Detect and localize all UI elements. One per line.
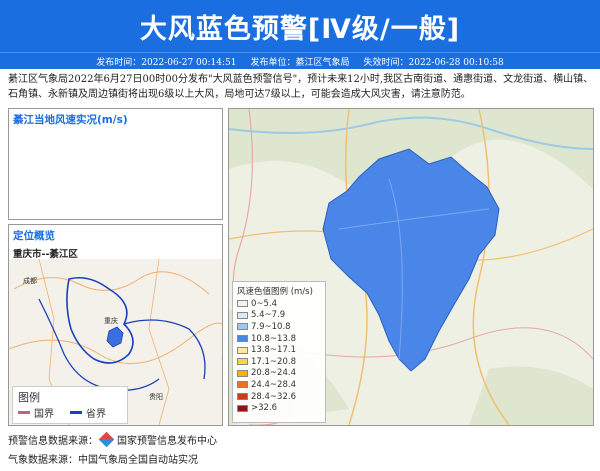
footer-source2: 气象数据来源：中国气象局全国自动站实况 <box>8 451 198 466</box>
wind-legend-swatch <box>237 393 248 401</box>
wind-legend-title: 风速色值图例 (m/s) <box>237 287 313 297</box>
expire-time: 失效时间：2022-06-28 00:10:58 <box>363 57 504 68</box>
overview-legend-title: 图例 <box>18 391 40 404</box>
wind-legend-row: 20.8~24.4 <box>237 368 321 380</box>
wind-legend-label: >32.6 <box>251 403 278 414</box>
wind-legend-label: 5.4~7.9 <box>251 310 286 321</box>
warning-description: 綦江区气象局2022年6月27日00时00分发布"大风蓝色预警信号"，预计未来1… <box>8 74 594 100</box>
location-subtitle: 重庆市--綦江区 <box>13 249 78 260</box>
map-label-chongqing: 重庆 <box>104 316 118 325</box>
issuer: 发布单位：綦江区气象局 <box>250 57 350 68</box>
wind-legend-swatch <box>237 311 248 319</box>
wind-legend-row: 0~5.4 <box>237 298 321 310</box>
wind-legend-row: >32.6 <box>237 402 321 414</box>
source2-text: 气象数据来源：中国气象局全国自动站实况 <box>8 455 198 466</box>
wind-legend-label: 24.4~28.4 <box>251 379 296 390</box>
wind-legend-swatch <box>237 335 248 343</box>
info-bar: 发布时间：2022-06-27 00:14:51 发布单位：綦江区气象局 失效时… <box>0 52 600 69</box>
wind-panel: 綦江当地风速实况(m/s) <box>8 108 223 220</box>
warning-center-logo-icon <box>98 431 115 448</box>
header-bar: 大风蓝色预警[Ⅳ级/一般] <box>0 0 600 52</box>
wind-legend-label: 10.8~13.8 <box>251 333 296 344</box>
map-label-chengdu: 成都 <box>23 276 37 285</box>
wind-legend-label: 17.1~20.8 <box>251 356 296 367</box>
national-border-swatch <box>18 411 30 414</box>
wind-legend-swatch <box>237 369 248 377</box>
wind-legend-row: 17.1~20.8 <box>237 356 321 368</box>
wind-legend-row: 13.8~17.1 <box>237 344 321 356</box>
overview-legend: 图例 国界 省界 <box>12 386 128 424</box>
wind-legend-row: 24.4~28.4 <box>237 379 321 391</box>
wind-speed-legend: 风速色值图例 (m/s) 0~5.4 5.4~7.9 7.9~10.8 10.8~13… <box>232 281 326 423</box>
wind-legend-swatch <box>237 358 248 366</box>
wind-legend-row: 7.9~10.8 <box>237 321 321 333</box>
wind-legend-row: 10.8~13.8 <box>237 333 321 345</box>
national-border-label: 国界 <box>34 409 54 420</box>
location-panel-title: 定位概览 <box>13 230 55 242</box>
wind-legend-swatch <box>237 381 248 389</box>
wind-legend-label: 7.9~10.8 <box>251 321 291 332</box>
wind-legend-row: 28.4~32.6 <box>237 391 321 403</box>
wind-legend-swatch <box>237 404 248 412</box>
wind-legend-label: 0~5.4 <box>251 298 278 309</box>
source1-value: 国家预警信息发布中心 <box>117 436 217 447</box>
wind-legend-label: 20.8~24.4 <box>251 368 296 379</box>
wind-legend-row: 5.4~7.9 <box>237 310 321 322</box>
page-title: 大风蓝色预警[Ⅳ级/一般] <box>139 13 461 45</box>
wind-legend-swatch <box>237 300 248 308</box>
footer-source1: 预警信息数据来源： 国家预警信息发布中心 <box>8 431 217 448</box>
wind-panel-title: 綦江当地风速实况(m/s) <box>13 114 128 126</box>
provincial-border-label: 省界 <box>86 409 106 420</box>
wind-legend-label: 13.8~17.1 <box>251 345 296 356</box>
wind-legend-swatch <box>237 323 248 331</box>
map-label-guiyang: 贵阳 <box>149 392 163 401</box>
source1-label: 预警信息数据来源： <box>8 436 98 447</box>
wind-legend-label: 28.4~32.6 <box>251 391 296 402</box>
wind-legend-swatch <box>237 346 248 354</box>
provincial-border-swatch <box>70 411 82 414</box>
issue-time: 发布时间：2022-06-27 00:14:51 <box>96 57 237 68</box>
